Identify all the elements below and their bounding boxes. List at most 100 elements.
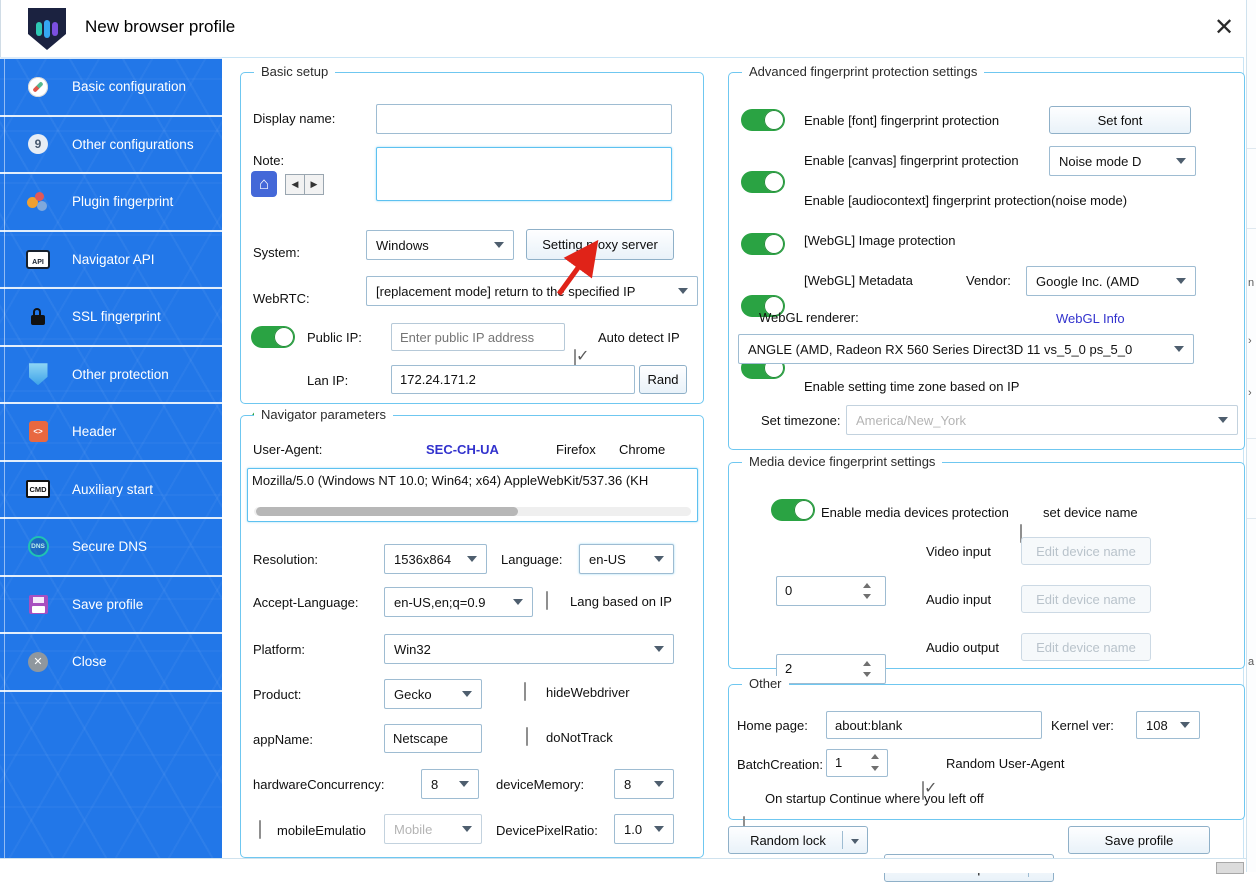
audio-input-stepper[interactable]: 2 xyxy=(776,654,886,684)
product-dropdown[interactable]: Gecko xyxy=(384,679,482,709)
hide-webdriver-label: hideWebdriver xyxy=(546,685,630,700)
public-ip-input[interactable] xyxy=(391,323,565,351)
mobile-emulation-label: mobileEmulatio xyxy=(277,823,366,838)
sidebar-item-save-profile[interactable]: Save profile xyxy=(0,577,222,635)
sidebar-item-plugin-fingerprint[interactable]: Plugin fingerprint xyxy=(0,174,222,232)
accept-language-dropdown[interactable]: en-US,en;q=0.9 xyxy=(384,587,533,617)
note-textarea[interactable] xyxy=(376,147,672,201)
stepper-up-icon[interactable] xyxy=(871,754,879,759)
chevron-down-icon xyxy=(494,242,504,248)
prev-arrow-icon[interactable]: ◀ xyxy=(286,175,305,194)
chevron-down-icon xyxy=(462,691,472,697)
mobile-emulation-dropdown[interactable]: Mobile xyxy=(384,814,482,844)
sidebar-item-other-protection[interactable]: Other protection xyxy=(0,347,222,405)
save-profile-button[interactable]: Save profile xyxy=(1068,826,1210,854)
chevron-down-icon xyxy=(1218,417,1228,423)
device-pixel-ratio-dropdown[interactable]: 1.0 xyxy=(614,814,674,844)
setting-proxy-server-button[interactable]: Setting proxy server xyxy=(526,229,674,260)
device-memory-label: deviceMemory: xyxy=(496,777,584,792)
lang-based-on-ip-checkbox[interactable] xyxy=(546,591,548,610)
background-window-sliver: n › › a xyxy=(1246,0,1256,872)
user-agent-textarea[interactable]: Mozilla/5.0 (Windows NT 10.0; Win64; x64… xyxy=(247,468,698,522)
sidebar-item-auxiliary-start[interactable]: CMD Auxiliary start xyxy=(0,462,222,520)
chevron-down-icon xyxy=(851,839,859,844)
close-circle-icon: ✕ xyxy=(26,650,50,674)
edit-audio-input-device-button[interactable]: Edit device name xyxy=(1021,585,1151,613)
hardware-concurrency-dropdown[interactable]: 8 xyxy=(421,769,479,799)
dns-icon: DNS xyxy=(26,535,50,559)
sidebar-item-navigator-api[interactable]: API Navigator API xyxy=(0,232,222,290)
language-dropdown[interactable]: en-US xyxy=(579,544,674,574)
set-timezone-dropdown[interactable]: America/New_York xyxy=(846,405,1238,435)
user-agent-label: User-Agent: xyxy=(253,442,322,457)
ua-scrollbar-thumb[interactable] xyxy=(256,507,518,516)
floppy-icon xyxy=(26,592,50,616)
video-input-label: Video input xyxy=(926,544,991,559)
webgl-info-link[interactable]: WebGL Info xyxy=(1056,311,1125,326)
lan-ip-input[interactable] xyxy=(391,365,635,394)
font-protection-label: Enable [font] fingerprint protection xyxy=(804,113,999,128)
sidebar-item-other-configurations[interactable]: 9 Other configurations xyxy=(0,117,222,175)
public-ip-toggle[interactable] xyxy=(251,326,295,348)
stepper-down-icon[interactable] xyxy=(863,672,871,677)
home-icon[interactable]: ⌂ xyxy=(251,171,277,197)
rand-button[interactable]: Rand xyxy=(639,365,687,394)
font-protection-toggle[interactable] xyxy=(741,109,785,131)
ua-scrollbar-track[interactable] xyxy=(254,507,691,516)
home-page-input[interactable] xyxy=(826,711,1042,739)
basic-setup-legend: Basic setup xyxy=(254,64,335,79)
platform-label: Platform: xyxy=(253,642,305,657)
auto-detect-ip-label: Auto detect IP xyxy=(598,330,680,345)
lang-based-on-ip-label: Lang based on IP xyxy=(570,594,672,609)
batch-creation-stepper[interactable]: 1 xyxy=(826,749,888,777)
firefox-link[interactable]: Firefox xyxy=(556,442,596,457)
chevron-down-icon xyxy=(654,556,664,562)
close-icon[interactable]: ✕ xyxy=(1207,10,1241,44)
webgl-renderer-dropdown[interactable]: ANGLE (AMD, Radeon RX 560 Series Direct3… xyxy=(738,334,1194,364)
note-nav-stepper[interactable]: ◀▶ xyxy=(285,174,324,195)
appname-input[interactable] xyxy=(384,724,482,753)
resize-handle[interactable] xyxy=(1216,862,1244,874)
platform-dropdown[interactable]: Win32 xyxy=(384,634,674,664)
media-devices-toggle[interactable] xyxy=(771,499,815,521)
sidebar-item-secure-dns[interactable]: DNS Secure DNS xyxy=(0,519,222,577)
sidebar-item-header[interactable]: <> Header xyxy=(0,404,222,462)
chevron-down-icon xyxy=(1176,278,1186,284)
chrome-link[interactable]: Chrome xyxy=(619,442,665,457)
new-profile-dialog: New browser profile ✕ Basic configuratio… xyxy=(0,0,1256,872)
media-device-group: Media device fingerprint settings Enable… xyxy=(728,462,1245,669)
set-font-button[interactable]: Set font xyxy=(1049,106,1191,134)
vendor-dropdown[interactable]: Google Inc. (AMD xyxy=(1026,266,1196,296)
random-lock-button[interactable]: Random lock xyxy=(728,826,868,854)
sidebar-item-ssl-fingerprint[interactable]: SSL fingerprint xyxy=(0,289,222,347)
next-arrow-icon[interactable]: ▶ xyxy=(305,175,323,194)
webrtc-dropdown[interactable]: [replacement mode] return to the specifi… xyxy=(366,276,698,306)
hide-webdriver-checkbox[interactable] xyxy=(524,682,526,701)
device-memory-dropdown[interactable]: 8 xyxy=(614,769,674,799)
stepper-up-icon[interactable] xyxy=(863,661,871,666)
resolution-dropdown[interactable]: 1536x864 xyxy=(384,544,487,574)
set-timezone-label: Set timezone: xyxy=(761,413,841,428)
display-name-input[interactable] xyxy=(376,104,672,134)
canvas-protection-toggle[interactable] xyxy=(741,171,785,193)
edit-audio-output-device-button[interactable]: Edit device name xyxy=(1021,633,1151,661)
stepper-down-icon[interactable] xyxy=(871,766,879,771)
sidebar-item-basic-configuration[interactable]: Basic configuration xyxy=(0,59,222,117)
audiocontext-protection-toggle[interactable] xyxy=(741,233,785,255)
stepper-up-icon[interactable] xyxy=(863,583,871,588)
webrtc-label: WebRTC: xyxy=(253,291,310,306)
sidebar-item-close[interactable]: ✕ Close xyxy=(0,634,222,692)
kernel-ver-dropdown[interactable]: 108 xyxy=(1136,711,1200,739)
stepper-down-icon[interactable] xyxy=(863,594,871,599)
mobile-emulation-checkbox[interactable] xyxy=(259,820,261,839)
edit-video-device-button[interactable]: Edit device name xyxy=(1021,537,1151,565)
chevron-down-icon xyxy=(513,599,523,605)
system-dropdown[interactable]: Windows xyxy=(366,230,514,260)
webgl-image-label: [WebGL] Image protection xyxy=(804,233,956,248)
video-input-stepper[interactable]: 0 xyxy=(776,576,886,606)
do-not-track-checkbox[interactable] xyxy=(526,727,528,746)
sec-ch-ua-link[interactable]: SEC-CH-UA xyxy=(426,442,499,457)
advanced-fingerprint-group: Advanced fingerprint protection settings… xyxy=(728,72,1245,450)
canvas-noise-mode-dropdown[interactable]: Noise mode D xyxy=(1049,146,1196,176)
lan-ip-label: Lan IP: xyxy=(307,373,348,388)
